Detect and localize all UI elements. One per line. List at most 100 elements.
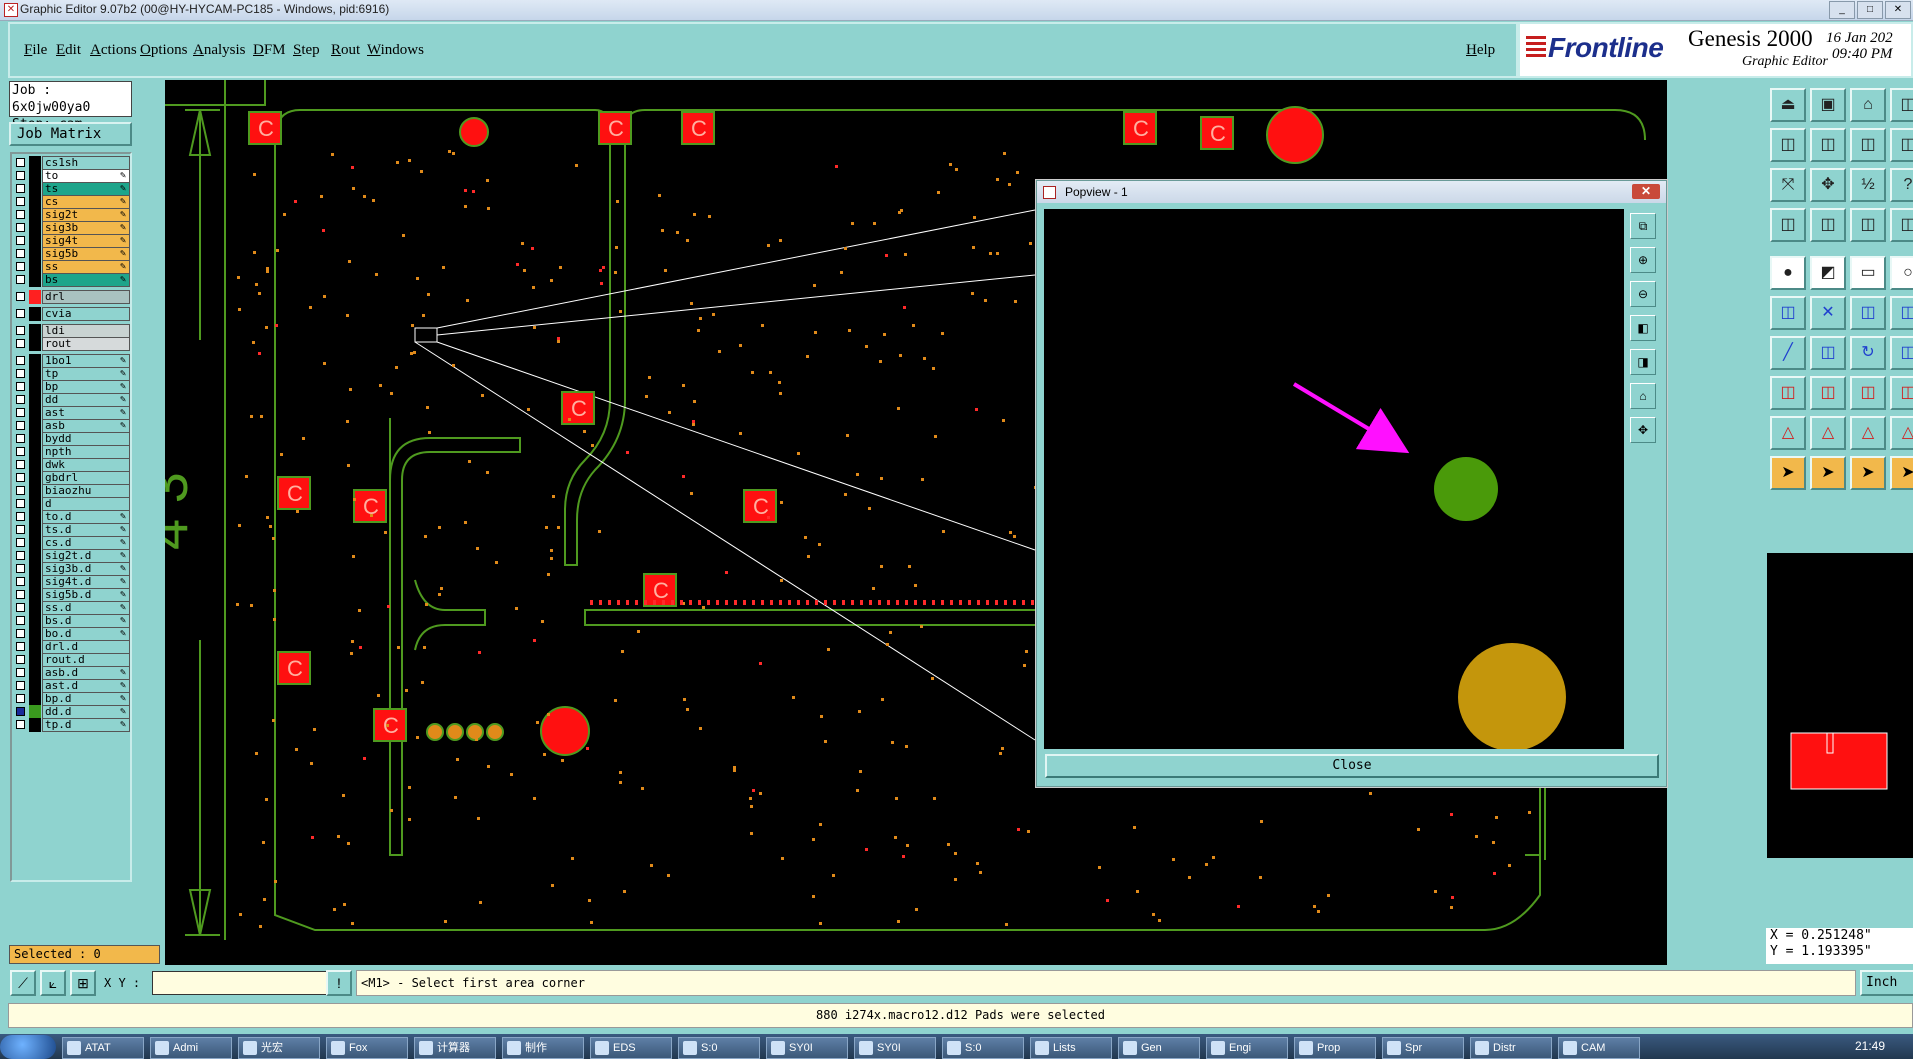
layer-color-swatch[interactable] [29,497,41,511]
layer-color-swatch[interactable] [29,195,41,209]
layer-checkbox[interactable] [16,249,25,258]
layer-row-gbdrl[interactable]: gbdrl [14,471,130,485]
taskbar-item[interactable]: SY0I [854,1037,936,1059]
layer-checkbox[interactable] [16,642,25,651]
close-window-button[interactable]: ✕ [1885,1,1911,19]
layer-checkbox[interactable] [16,486,25,495]
layer-checkbox[interactable] [16,309,25,318]
layer-checkbox[interactable] [16,236,25,245]
menu-help[interactable]: Help [1466,42,1495,59]
layer-checkbox[interactable] [16,382,25,391]
layer-checkbox[interactable] [16,356,25,365]
taskbar-item[interactable]: 制作 [502,1037,584,1059]
popview-canvas[interactable] [1044,209,1624,751]
layer-row-npth[interactable]: npth [14,445,130,459]
layer-row-ss-d[interactable]: ss.d ✎ [14,601,130,615]
cross-icon[interactable]: ✕ [1810,296,1846,330]
tool-icon[interactable]: ◫ [1770,208,1806,242]
join-icon[interactable]: ◫ [1850,296,1886,330]
menu-dfm[interactable]: DFM [253,42,286,59]
layer-row-sig5b[interactable]: sig5b ✎ [14,247,130,261]
layer-checkbox[interactable] [16,292,25,301]
rotate-icon[interactable]: ↻ [1850,336,1886,370]
layer-color-swatch[interactable] [29,549,41,563]
arch-icon[interactable]: △ [1810,416,1846,450]
layer-color-swatch[interactable] [29,354,41,368]
slash-icon[interactable]: ╱ [1770,336,1806,370]
layer-row-drl[interactable]: drl [14,290,130,304]
layer-name[interactable]: bs.d ✎ [42,614,130,628]
layer-row-bydd[interactable]: bydd [14,432,130,446]
select4-icon[interactable]: ➤ [1890,456,1913,490]
layer-checkbox[interactable] [16,223,25,232]
layer-color-swatch[interactable] [29,290,41,304]
taskbar-item[interactable]: 光宏 [238,1037,320,1059]
layer-checkbox[interactable] [16,210,25,219]
layer-color-swatch[interactable] [29,393,41,407]
layer-row-bp-d[interactable]: bp.d ✎ [14,692,130,706]
layer-name[interactable]: cs1sh [42,156,130,170]
layer-color-swatch[interactable] [29,208,41,222]
layer-name[interactable]: sig5b.d ✎ [42,588,130,602]
center-icon[interactable]: ✥ [1810,168,1846,202]
menu-options[interactable]: Options [140,42,188,59]
fit-icon[interactable]: ⤧ [1770,168,1806,202]
layer-checkbox[interactable] [16,564,25,573]
layer-color-swatch[interactable] [29,562,41,576]
menu-windows[interactable]: Windows [367,42,424,59]
layer-name[interactable]: gbdrl [42,471,130,485]
layer-color-swatch[interactable] [29,419,41,433]
layer-row-to-d[interactable]: to.d ✎ [14,510,130,524]
pad-icon[interactable]: ● [1770,256,1806,290]
layer-color-swatch[interactable] [29,575,41,589]
layer-name[interactable]: drl [42,290,130,304]
layer-checkbox[interactable] [16,184,25,193]
layer-color-swatch[interactable] [29,640,41,654]
layer-row-tp[interactable]: tp ✎ [14,367,130,381]
popview-zoom-in-icon[interactable]: ⊕ [1630,247,1656,273]
layer-name[interactable]: ss.d ✎ [42,601,130,615]
save-icon[interactable]: ▣ [1810,88,1846,122]
layer-row-ldi[interactable]: ldi [14,324,130,338]
layer-row-d[interactable]: d [14,497,130,511]
measure-icon[interactable]: ⟀ [40,970,66,996]
layer-checkbox[interactable] [16,538,25,547]
layer-name[interactable]: tp ✎ [42,367,130,381]
taskbar-item[interactable]: S:0 [678,1037,760,1059]
layer-checkbox[interactable] [16,629,25,638]
taskbar-item[interactable]: CAM [1558,1037,1640,1059]
layer-color-swatch[interactable] [29,523,41,537]
layer-color-swatch[interactable] [29,445,41,459]
layer-name[interactable]: 1bo1 ✎ [42,354,130,368]
layer-row-rout[interactable]: rout [14,337,130,351]
layer-row-sig4t[interactable]: sig4t ✎ [14,234,130,248]
layer-row-asb-d[interactable]: asb.d ✎ [14,666,130,680]
scale-icon[interactable]: ½ [1850,168,1886,202]
layer-color-swatch[interactable] [29,234,41,248]
taskbar-item[interactable]: Distr [1470,1037,1552,1059]
layer-row-asb[interactable]: asb ✎ [14,419,130,433]
taskbar-item[interactable]: SY0I [766,1037,848,1059]
menu-actions[interactable]: Actions [90,42,137,59]
layer-color-swatch[interactable] [29,679,41,693]
layer-name[interactable]: bo.d ✎ [42,627,130,641]
layer-checkbox[interactable] [16,590,25,599]
circle-icon[interactable]: ○ [1890,256,1913,290]
menu-rout[interactable]: Rout [331,42,360,59]
layer-checkbox[interactable] [16,720,25,729]
layer-checkbox[interactable] [16,681,25,690]
layer-checkbox[interactable] [16,551,25,560]
layer-name[interactable]: bydd [42,432,130,446]
grid-icon[interactable]: ⊞ [70,970,96,996]
help-icon[interactable]: ? [1890,168,1913,202]
layer-name[interactable]: asb.d ✎ [42,666,130,680]
layer-color-swatch[interactable] [29,182,41,196]
undo-icon[interactable]: ◫ [1850,128,1886,162]
layer-row-ts[interactable]: ts ✎ [14,182,130,196]
taskbar-item[interactable]: Engi [1206,1037,1288,1059]
layer-name[interactable]: ast ✎ [42,406,130,420]
layer-row-cvia[interactable]: cvia [14,307,130,321]
layer-color-swatch[interactable] [29,536,41,550]
tri-icon[interactable]: △ [1770,416,1806,450]
arch3-icon[interactable]: △ [1890,416,1913,450]
